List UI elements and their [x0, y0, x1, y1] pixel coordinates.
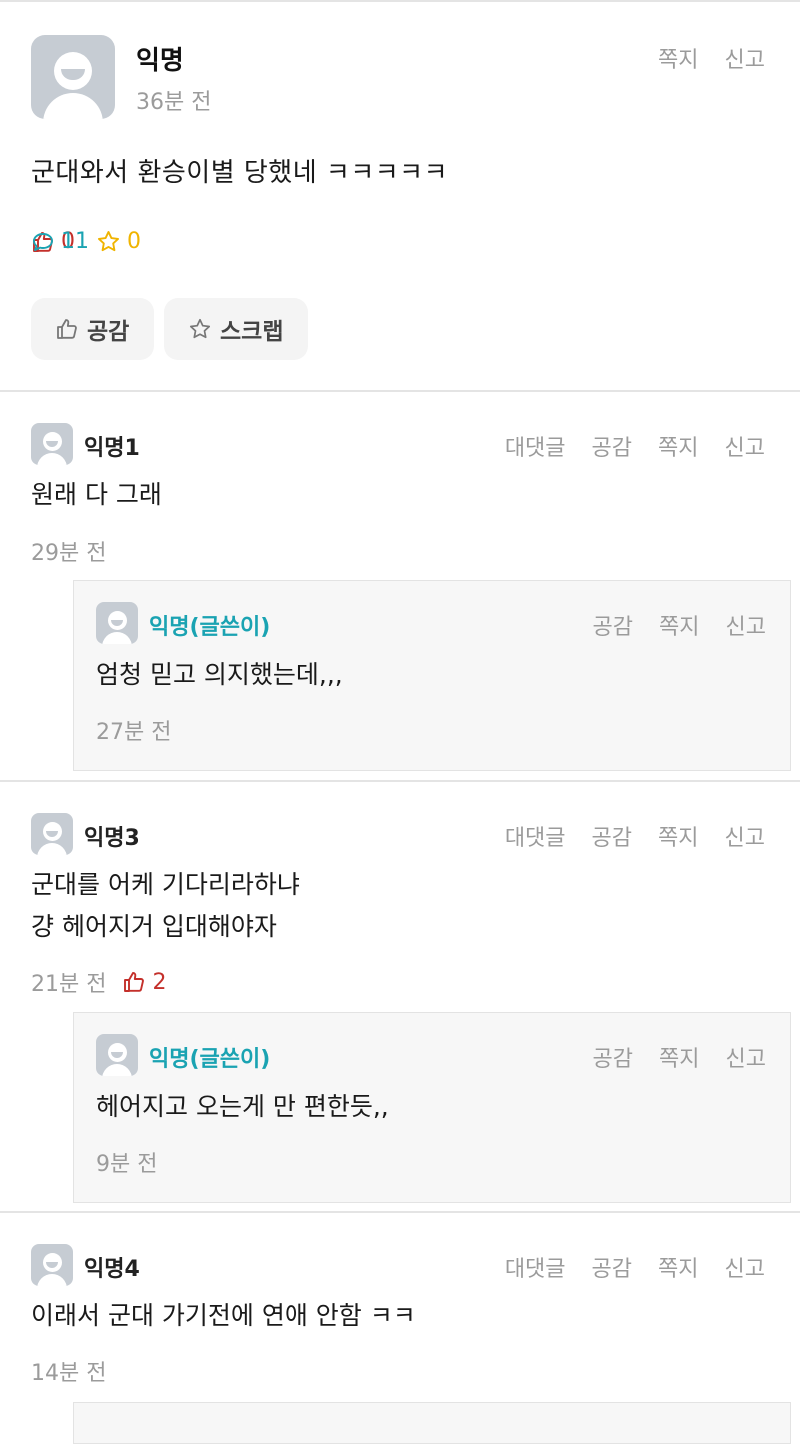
- message-button[interactable]: 쪽지: [659, 1041, 699, 1073]
- comment-actions: 대댓글 공감 쪽지 신고: [505, 1251, 765, 1283]
- avatar-icon[interactable]: [31, 35, 115, 119]
- reply-author: 익명(글쓴이): [149, 615, 271, 640]
- scrap-button-label: 스크랩: [220, 319, 284, 345]
- message-button[interactable]: 쪽지: [658, 820, 698, 852]
- comment-time-value: 14분 전: [31, 1361, 107, 1386]
- reply: 익명(글쓴이) 공감 쪽지 신고 헤어지고 오는게 만 편한듯,, 9분 전: [73, 1012, 791, 1203]
- comment-count-value: 11: [61, 229, 89, 254]
- post: 익명 36분 전 쪽지 신고 군대와서 환승이별 당했네 ㅋㅋㅋㅋㅋ 0 11 …: [0, 2, 800, 390]
- reply: 익명(글쓴이) 공감 쪽지 신고 엄청 믿고 의지했는데,,, 27분 전: [73, 580, 791, 771]
- avatar-icon[interactable]: [31, 813, 73, 855]
- comment-actions: 대댓글 공감 쪽지 신고: [505, 820, 765, 852]
- reply-author: 익명(글쓴이): [149, 1047, 271, 1072]
- report-button[interactable]: 신고: [725, 430, 765, 462]
- like-button[interactable]: 공감: [593, 609, 633, 641]
- reply-text: 엄청 믿고 의지했는데,,,: [96, 660, 343, 689]
- reply-button[interactable]: 대댓글: [505, 430, 566, 462]
- post-buttons: 공감 스크랩: [31, 298, 308, 360]
- scrap-button[interactable]: 스크랩: [164, 298, 308, 360]
- reply-time: 9분 전: [96, 1146, 157, 1178]
- comment-time-value: 21분 전: [31, 972, 107, 997]
- report-button[interactable]: 신고: [726, 609, 766, 641]
- reply-text: 헤어지고 오는게 만 편한듯,,: [96, 1092, 389, 1121]
- post-stats: 0 11 0: [31, 229, 162, 254]
- comment-like-value: 2: [152, 969, 167, 995]
- avatar-icon[interactable]: [96, 1034, 138, 1076]
- report-button[interactable]: 신고: [726, 1041, 766, 1073]
- reply-time: 27분 전: [96, 714, 171, 746]
- comment-author: 익명1: [84, 436, 140, 461]
- message-button[interactable]: 쪽지: [658, 430, 698, 462]
- like-button-label: 공감: [87, 319, 130, 345]
- avatar-icon[interactable]: [31, 423, 73, 465]
- report-button[interactable]: 신고: [725, 1251, 765, 1283]
- post-body: 군대와서 환승이별 당했네 ㅋㅋㅋㅋㅋ: [31, 158, 449, 188]
- like-button[interactable]: 공감: [592, 820, 632, 852]
- thumbs-up-icon: [124, 972, 145, 992]
- comment-actions: 대댓글 공감 쪽지 신고: [505, 430, 765, 462]
- comment-like-count: 2: [122, 970, 166, 995]
- comment-time: 14분 전: [31, 1355, 106, 1387]
- comment-count: 11: [31, 229, 800, 254]
- comment-time: 29분 전: [31, 535, 106, 567]
- comment-author: 익명3: [84, 826, 140, 851]
- reply-actions: 공감 쪽지 신고: [593, 609, 766, 641]
- comment-text-line-1: 군대를 어케 기다리라하냐: [31, 870, 300, 899]
- post-actions: 쪽지 신고: [658, 42, 765, 74]
- thumbs-up-icon: [57, 319, 77, 339]
- comment: 익명1 대댓글 공감 쪽지 신고 원래 다 그래 29분 전 익명(글쓴이) 공…: [0, 392, 800, 780]
- message-button[interactable]: 쪽지: [659, 609, 699, 641]
- like-button[interactable]: 공감: [592, 1251, 632, 1283]
- reply-actions: 공감 쪽지 신고: [593, 1041, 766, 1073]
- post-time: 36분 전: [136, 90, 212, 115]
- like-button[interactable]: 공감: [593, 1041, 633, 1073]
- comment: 익명3 대댓글 공감 쪽지 신고 군대를 어케 기다리라하냐 걍 헤어지거 입대…: [0, 782, 800, 1211]
- post-author: 익명: [136, 46, 184, 76]
- comment-time-value: 29분 전: [31, 541, 107, 566]
- report-button[interactable]: 신고: [725, 820, 765, 852]
- reply-button[interactable]: 대댓글: [505, 820, 566, 852]
- comment: 익명4 대댓글 공감 쪽지 신고 이래서 군대 가기전에 연애 안함 ㅋㅋ 14…: [0, 1213, 800, 1444]
- avatar-icon[interactable]: [31, 1244, 73, 1286]
- reply-time-value: 27분 전: [96, 720, 172, 745]
- message-button[interactable]: 쪽지: [658, 1251, 698, 1283]
- report-button[interactable]: 신고: [725, 42, 765, 74]
- reply: [73, 1402, 791, 1444]
- comment-time: 21분 전 2: [31, 966, 166, 998]
- reply-button[interactable]: 대댓글: [505, 1251, 566, 1283]
- comment-text-line-2: 걍 헤어지거 입대해야자: [31, 912, 277, 941]
- like-button[interactable]: 공감: [592, 430, 632, 462]
- reply-time-value: 9분 전: [96, 1152, 158, 1177]
- avatar-icon[interactable]: [96, 602, 138, 644]
- like-button[interactable]: 공감: [31, 298, 154, 360]
- comment-author: 익명4: [84, 1257, 140, 1282]
- comment-text: 원래 다 그래: [31, 480, 162, 509]
- star-icon: [189, 318, 211, 339]
- speech-bubble-icon: [33, 232, 53, 251]
- comment-text: 이래서 군대 가기전에 연애 안함 ㅋㅋ: [31, 1301, 416, 1330]
- message-button[interactable]: 쪽지: [658, 42, 698, 74]
